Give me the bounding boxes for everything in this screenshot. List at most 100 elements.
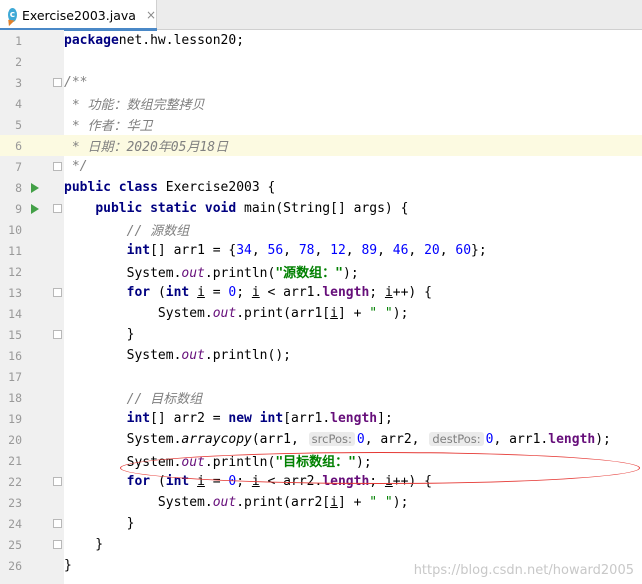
code-token: System. [64, 348, 182, 363]
code-text: for (int i = 0; i < arr1.length; i++) { [64, 285, 432, 300]
fold-icon[interactable] [53, 288, 62, 297]
code-text: * 功能：数组完整拷贝 [64, 94, 205, 113]
code-token: ++) { [392, 285, 432, 300]
code-token: new int [228, 411, 284, 426]
code-token: Exercise2003 { [165, 180, 276, 195]
line-number: 4 [15, 96, 22, 111]
line-number: 21 [8, 453, 22, 468]
code-line[interactable]: 5 * 作者：华卫 [0, 114, 642, 135]
code-token: public static void [95, 201, 245, 216]
code-token: [] arr2 = [150, 411, 229, 426]
code-token: /** [64, 75, 88, 90]
fold-icon[interactable] [53, 330, 62, 339]
code-editor[interactable]: 1 packagenet.hw.lesson20; 2 3/** 4 * 功能：数组完整… [0, 30, 642, 584]
code-text: public class Exercise2003 { [64, 180, 275, 195]
code-token: int [126, 411, 151, 426]
code-line[interactable]: 3 /** [0, 72, 642, 93]
code-token: int [165, 285, 198, 300]
line-number: 24 [8, 516, 22, 531]
code-token: out [212, 306, 237, 321]
code-text: System.out.println("源数组："); [64, 262, 359, 281]
code-line[interactable]: 25 } [0, 534, 642, 555]
code-line[interactable]: 2 [0, 51, 642, 72]
line-number: 3 [15, 75, 22, 90]
code-token: * 日期：2020年05月18日 [64, 140, 229, 155]
code-token: System. [64, 266, 182, 281]
code-text: System.out.print(arr2[i] + " "); [64, 495, 409, 510]
code-token: public class [64, 180, 166, 195]
parameter-hint: destPos: [429, 432, 484, 446]
code-text: int[] arr1 = {34, 56, 78, 12, 89, 46, 20… [64, 243, 487, 258]
code-line[interactable]: 14 System.out.print(arr1[i] + " "); [0, 303, 642, 324]
fold-icon[interactable] [53, 540, 62, 549]
code-line[interactable]: 16 System.out.println(); [0, 345, 642, 366]
code-text: System.out.println(); [64, 348, 291, 363]
code-token: " " [369, 306, 393, 321]
code-line[interactable]: 24 } [0, 513, 642, 534]
code-token: // 目标数组 [126, 392, 203, 407]
code-line[interactable]: 1 packagenet.hw.lesson20; [0, 30, 642, 51]
code-token: } [64, 558, 72, 573]
code-token: , [408, 243, 425, 258]
code-token: i [251, 285, 260, 300]
code-token: , [314, 243, 331, 258]
code-line[interactable]: 15 } [0, 324, 642, 345]
code-text: // 目标数组 [64, 388, 202, 407]
code-line[interactable]: 12 System.out.println("源数组："); [0, 261, 642, 282]
code-line[interactable]: 17 [0, 366, 642, 387]
line-number: 2 [15, 54, 22, 69]
code-token: < arr1. [259, 285, 323, 300]
code-token: .println(); [204, 348, 291, 363]
code-token: 46 [392, 243, 409, 258]
fold-icon[interactable] [53, 78, 62, 87]
line-number: 10 [8, 222, 22, 237]
fold-icon[interactable] [53, 162, 62, 171]
code-token: , [283, 243, 299, 258]
code-token: int [126, 243, 151, 258]
line-number: 19 [8, 411, 22, 426]
code-line[interactable]: 10 // 源数组 [0, 219, 642, 240]
line-number: 18 [8, 390, 22, 405]
watermark: https://blog.csdn.net/howard2005 [413, 563, 634, 578]
code-token: 0 [356, 432, 365, 447]
code-line[interactable]: 8 public class Exercise2003 { [0, 177, 642, 198]
line-number: 8 [15, 180, 22, 195]
code-text: // 源数组 [64, 220, 189, 239]
code-text: } [64, 327, 135, 342]
fold-icon[interactable] [53, 477, 62, 486]
code-token: 89 [361, 243, 378, 258]
code-line[interactable]: 18 // 目标数组 [0, 387, 642, 408]
code-token: i [330, 306, 338, 321]
line-number: 15 [8, 327, 22, 342]
code-token: , [251, 243, 268, 258]
code-token: .print(arr1[ [236, 306, 331, 321]
run-icon[interactable] [31, 182, 39, 193]
close-icon[interactable]: × [146, 8, 156, 22]
code-line[interactable]: 13 for (int i = 0; i < arr1.length; i++)… [0, 282, 642, 303]
code-line[interactable]: 11 int[] arr1 = {34, 56, 78, 12, 89, 46,… [0, 240, 642, 261]
fold-icon[interactable] [53, 204, 62, 213]
code-line[interactable]: 9 public static void main(String[] args)… [0, 198, 642, 219]
code-line[interactable]: 20 System.arraycopy(arr1, srcPos: 0, arr2… [0, 429, 642, 450]
code-line[interactable]: 23 System.out.print(arr2[i] + " "); [0, 492, 642, 513]
code-token: net.hw.lesson20; [118, 33, 245, 48]
line-number: 13 [8, 285, 22, 300]
run-icon[interactable] [31, 203, 39, 214]
fold-icon[interactable] [53, 519, 62, 528]
file-tab[interactable]: c Exercise2003.java × [0, 0, 157, 31]
line-number: 9 [15, 201, 22, 216]
code-text: System.out.print(arr1[i] + " "); [64, 306, 409, 321]
code-token: // 源数组 [126, 224, 190, 239]
file-tab-label: Exercise2003.java [21, 7, 136, 23]
line-number: 20 [8, 432, 22, 447]
code-line[interactable]: 7 */ [0, 156, 642, 177]
code-line[interactable]: 4 * 功能：数组完整拷贝 [0, 93, 642, 114]
code-line[interactable]: 6 * 日期：2020年05月18日 [0, 135, 642, 156]
code-line[interactable]: 19 int[] arr2 = new int[arr1.length]; [0, 408, 642, 429]
line-number: 23 [8, 495, 22, 510]
editor-tab-bar: c Exercise2003.java × [0, 0, 642, 31]
line-number: 12 [8, 264, 22, 279]
